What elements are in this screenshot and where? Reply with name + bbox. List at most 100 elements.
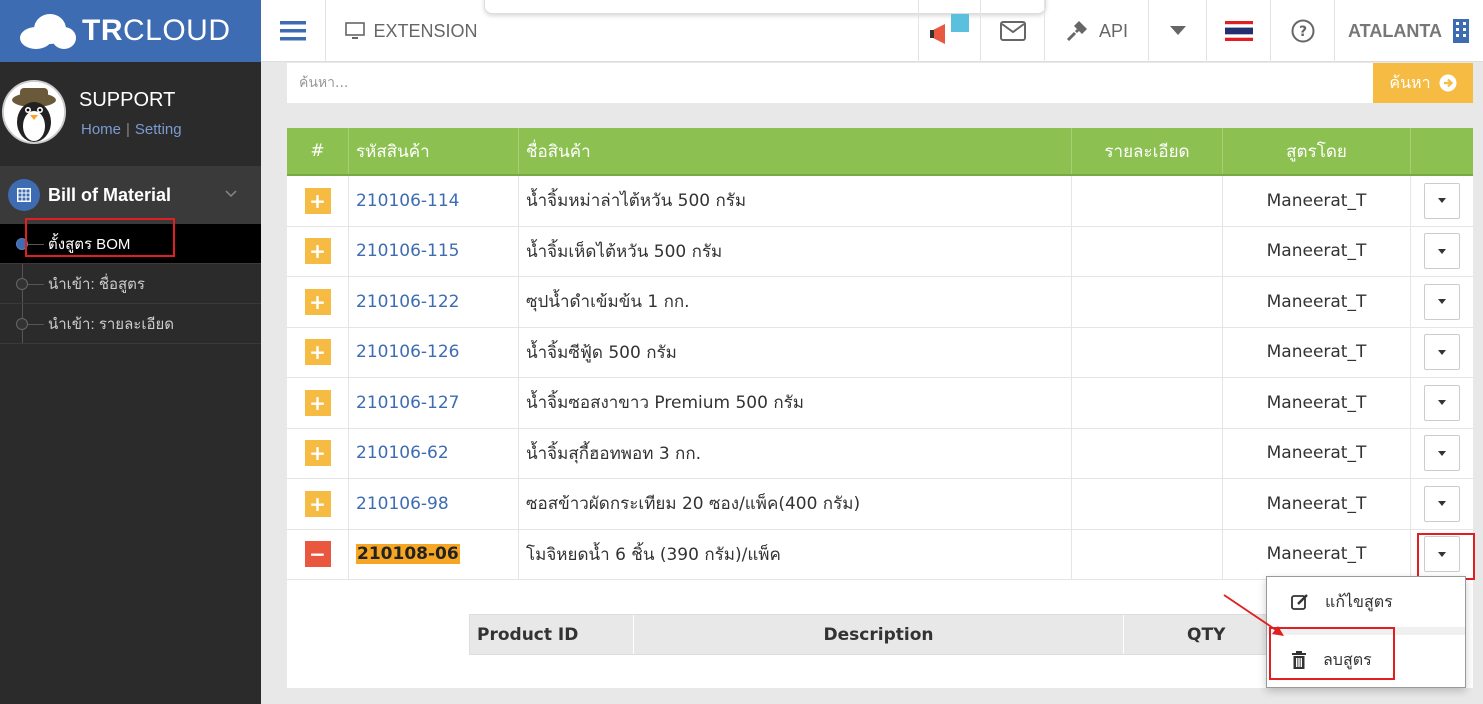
product-name: น้ำจิ้มหม่าล่าไต้หวัน 500 กรัม	[526, 191, 747, 212]
thai-flag-icon	[1224, 21, 1253, 41]
product-name: น้ำจิ้มซอสงาขาว Premium 500 กรัม	[526, 393, 804, 414]
created-by: Maneerat_T	[1266, 443, 1367, 464]
hamburger-icon	[280, 21, 306, 41]
sidebar-item-import-detail[interactable]: นำเข้า: รายละเอียด	[0, 304, 261, 344]
product-name: โมจิหยดน้ำ 6 ชิ้น (390 กรัม)/แพ็ค	[526, 544, 781, 565]
created-by: Maneerat_T	[1266, 190, 1367, 211]
product-name: ซอสข้าวผัดกระเทียม 20 ซอง/แพ็ค(400 กรัม)	[526, 494, 861, 515]
sub-col-qty: QTY	[1187, 624, 1226, 645]
profile-panel: SUPPORT Home | Setting	[0, 62, 261, 166]
created-by: Maneerat_T	[1266, 493, 1367, 514]
caret-down-icon	[1438, 501, 1446, 507]
top-bar: TRCLOUD EXTENSION API ? ATALANTA	[0, 0, 1483, 62]
expand-button[interactable]: +	[304, 440, 331, 467]
product-code-link[interactable]: 210106-114	[356, 191, 459, 211]
row-actions-dropdown-button[interactable]	[1424, 182, 1460, 219]
table-row: + 210106-122 ซุปน้ำดำเข้มข้น 1 กก. Manee…	[287, 277, 1473, 328]
product-name: น้ำจิ้มสุกี้ฮอทพอท 3 กก.	[526, 443, 702, 464]
row-actions-dropdown-button[interactable]	[1424, 435, 1460, 472]
product-code-link[interactable]: 210106-98	[356, 494, 449, 514]
language-button[interactable]	[1206, 0, 1270, 62]
app-logo[interactable]: TRCLOUD	[0, 0, 261, 62]
bullet-icon	[16, 278, 28, 290]
mail-button[interactable]	[980, 0, 1044, 62]
annotation-highlight-delete	[1269, 627, 1395, 680]
collapse-button[interactable]: −	[304, 541, 331, 568]
product-code-link[interactable]: 210106-127	[356, 393, 459, 413]
row-actions-dropdown-button[interactable]	[1424, 485, 1460, 522]
cloud-icon	[20, 14, 76, 49]
annotation-highlight-dropdown-button	[1417, 533, 1475, 580]
caret-down-icon	[1438, 248, 1446, 254]
menu-item-edit-bom[interactable]: แก้ไขสูตร	[1267, 577, 1465, 627]
bom-detail-table-header: Product ID Description QTY	[469, 614, 1289, 655]
product-code-link[interactable]: 210106-122	[356, 292, 459, 312]
col-header-detail: รายละเอียด	[1072, 128, 1223, 174]
expand-button[interactable]: +	[304, 288, 331, 315]
row-actions-dropdown-button[interactable]	[1424, 384, 1460, 421]
col-header-actions	[1411, 128, 1473, 174]
col-header-code: รหัสสินค้า	[349, 128, 519, 174]
created-by: Maneerat_T	[1266, 241, 1367, 262]
search-button-label: ค้นหา	[1389, 72, 1431, 92]
menu-bill-of-material[interactable]: Bill of Material	[0, 166, 261, 224]
row-actions-dropdown-button[interactable]	[1424, 334, 1460, 371]
announcement-button[interactable]	[918, 0, 980, 62]
expand-button[interactable]: +	[304, 238, 331, 265]
table-row: + 210106-98 ซอสข้าวผัดกระเทียม 20 ซอง/แพ…	[287, 479, 1473, 530]
avatar[interactable]	[2, 80, 66, 144]
extension-label: EXTENSION	[373, 20, 478, 41]
search-input[interactable]	[287, 63, 1373, 103]
menu-toggle-button[interactable]	[261, 0, 325, 62]
help-button[interactable]: ?	[1270, 0, 1334, 62]
col-header-by: สูตรโดย	[1223, 128, 1411, 174]
expand-button[interactable]: +	[304, 187, 331, 214]
created-by: Maneerat_T	[1266, 291, 1367, 312]
home-link[interactable]: Home	[81, 121, 121, 138]
extension-button[interactable]: EXTENSION	[325, 0, 497, 62]
expand-button[interactable]: +	[304, 389, 331, 416]
profile-links: Home | Setting	[81, 121, 182, 138]
product-code-link[interactable]: 210106-115	[356, 241, 459, 261]
table-row: + 210106-114 น้ำจิ้มหม่าล่าไต้หวัน 500 ก…	[287, 176, 1473, 227]
product-code-link[interactable]: 210106-126	[356, 342, 459, 362]
user-menu[interactable]: ATALANTA	[1334, 0, 1483, 62]
chevron-down-icon	[225, 190, 237, 198]
table-row: + 210106-126 น้ำจิ้มซีฟู้ด 500 กรัม Mane…	[287, 327, 1473, 378]
col-header-name: ชื่อสินค้า	[519, 128, 1072, 174]
expand-button[interactable]: +	[304, 339, 331, 366]
col-header-index: #	[287, 128, 349, 174]
envelope-icon	[999, 21, 1026, 41]
row-actions-dropdown-button[interactable]	[1424, 233, 1460, 270]
product-name: น้ำจิ้มซีฟู้ด 500 กรัม	[526, 342, 677, 363]
profile-name: SUPPORT	[79, 89, 176, 111]
product-code-link[interactable]: 210106-62	[356, 443, 449, 463]
arrow-circle-right-icon	[1439, 74, 1457, 92]
menu-item-label: แก้ไขสูตร	[1325, 591, 1393, 611]
table-icon	[8, 179, 40, 211]
created-by: Maneerat_T	[1266, 544, 1367, 565]
caret-down-icon	[1169, 26, 1186, 35]
row-actions-dropdown-button[interactable]	[1424, 283, 1460, 320]
setting-link[interactable]: Setting	[135, 121, 182, 138]
sub-col-product-id: Product ID	[470, 615, 634, 654]
more-dropdown-button[interactable]	[1148, 0, 1206, 62]
expand-button[interactable]: +	[304, 490, 331, 517]
api-button[interactable]: API	[1044, 0, 1148, 62]
caret-down-icon	[1438, 349, 1446, 355]
link-separator: |	[126, 121, 130, 138]
caret-down-icon	[1438, 450, 1446, 456]
product-code-link[interactable]: 210108-06	[356, 544, 460, 565]
sidebar-item-label: นำเข้า: รายละเอียด	[48, 315, 174, 333]
building-icon	[1452, 19, 1469, 43]
logo-text: TRCLOUD	[82, 14, 231, 47]
sidebar-item-import-name[interactable]: นำเข้า: ชื่อสูตร	[0, 264, 261, 304]
edit-icon	[1291, 594, 1308, 610]
table-header: # รหัสสินค้า ชื่อสินค้า รายละเอียด สูตรโ…	[287, 128, 1473, 176]
table-row-expanded: − 210108-06 โมจิหยดน้ำ 6 ชิ้น (390 กรัม)…	[287, 529, 1473, 580]
bullet-icon	[16, 318, 28, 330]
sub-col-description: Description	[634, 615, 1125, 654]
penguin-avatar-icon	[4, 82, 64, 142]
sidebar-item-label: นำเข้า: ชื่อสูตร	[48, 275, 145, 293]
search-button[interactable]: ค้นหา	[1373, 63, 1473, 103]
